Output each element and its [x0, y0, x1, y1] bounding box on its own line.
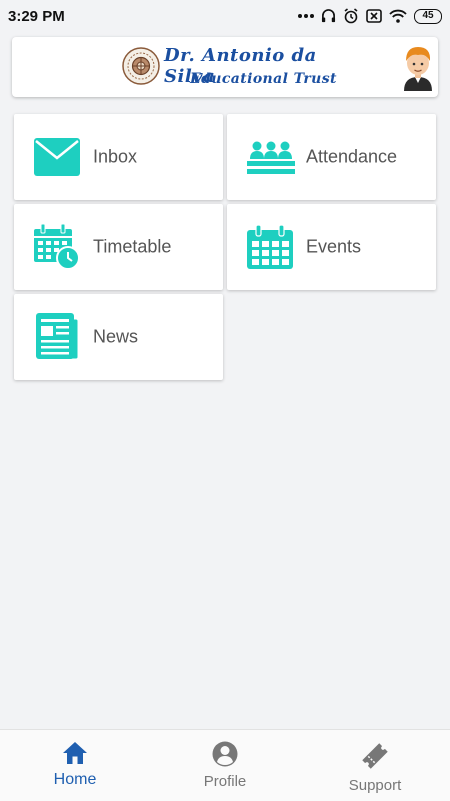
news-label: News	[93, 326, 139, 347]
battery-level: 45	[422, 10, 434, 21]
calendar-icon	[247, 225, 293, 269]
status-icons: 45	[298, 8, 442, 24]
home-icon	[63, 742, 87, 764]
group-icon	[247, 141, 295, 174]
header-banner: Dr. Antonio da Silva Educational Trust	[12, 37, 438, 97]
headset-icon	[321, 8, 336, 22]
timetable-label: Timetable	[93, 236, 172, 257]
nav-support-label: Support	[348, 777, 402, 794]
bottom-navigation: Home Profile Support	[0, 729, 450, 801]
avatar[interactable]	[398, 43, 438, 91]
brand-subtitle: Educational Trust	[190, 71, 337, 87]
status-time: 3:29 PM	[8, 7, 65, 25]
timetable-tile[interactable]: Timetable	[14, 204, 223, 290]
events-tile[interactable]: Events	[227, 204, 436, 290]
battery-indicator: 45	[414, 8, 442, 24]
nav-profile-label: Profile	[203, 773, 247, 790]
calendar-clock-icon	[34, 224, 80, 270]
sim-off-icon	[366, 9, 382, 23]
status-bar: 3:29 PM 45	[0, 0, 450, 32]
news-tile[interactable]: News	[14, 294, 223, 380]
alarm-icon	[344, 8, 358, 24]
wifi-icon	[389, 9, 407, 23]
account-circle-icon	[212, 741, 238, 767]
nav-profile[interactable]: Profile	[150, 730, 300, 801]
more-dots-icon	[298, 14, 314, 18]
nav-home[interactable]: Home	[0, 730, 150, 801]
attendance-tile[interactable]: Attendance	[227, 114, 436, 200]
nav-support[interactable]: Support	[300, 730, 450, 801]
newspaper-icon	[36, 313, 79, 360]
events-label: Events	[306, 236, 362, 257]
trust-seal-logo	[122, 47, 160, 85]
nav-home-label: Home	[53, 771, 97, 788]
envelope-icon	[34, 138, 80, 176]
ticket-icon	[362, 743, 388, 769]
inbox-tile[interactable]: Inbox	[14, 114, 223, 200]
attendance-label: Attendance	[306, 146, 398, 167]
inbox-label: Inbox	[93, 146, 138, 167]
